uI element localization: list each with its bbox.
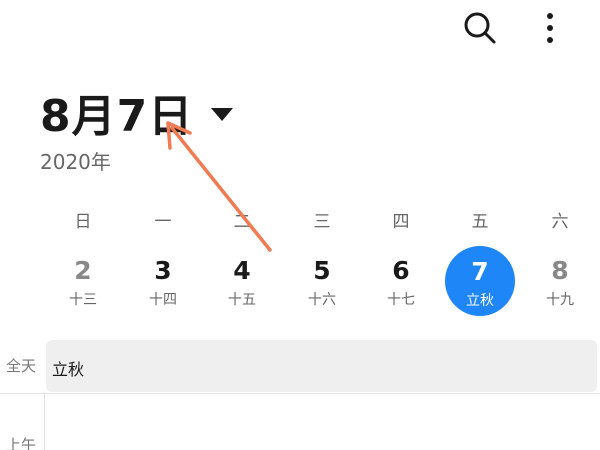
day-number: 8 [551,256,569,285]
weekday-label: 一 [154,212,172,232]
day-number: 3 [154,256,172,285]
day-lunar: 十五 [228,292,256,308]
day-number: 4 [233,256,251,285]
day-lunar: 十三 [69,292,97,308]
weekday-label: 四 [392,212,410,232]
search-button[interactable] [458,6,502,50]
more-options-button[interactable] [530,6,570,50]
day-cell-2[interactable]: 2 十三 [48,248,118,320]
weekday-label: 三 [313,212,331,232]
day-lunar: 十七 [387,292,415,308]
date-title[interactable]: 8月7日 [40,80,193,144]
day-cell-4[interactable]: 4 十五 [207,248,277,320]
calendar-day-view: 8月7日 2020年 日 一 二 三 四 五 六 2 十三 3 十四 4 十五 … [0,0,600,450]
day-cell-8[interactable]: 8 十九 [525,248,595,320]
day-number: 7 [471,257,489,286]
allday-event-title: 立秋 [52,360,85,379]
day-lunar: 十九 [546,292,574,308]
search-icon [464,12,496,44]
day-cell-5[interactable]: 5 十六 [287,248,357,320]
timeline-gutter-line [44,394,45,450]
day-lunar: 立秋 [466,293,494,309]
day-lunar: 十四 [149,292,177,308]
day-cell-6[interactable]: 6 十七 [366,248,436,320]
dropdown-caret-icon[interactable] [211,107,234,121]
weekday-label: 六 [551,212,569,232]
weekday-label: 二 [233,212,251,232]
day-number: 5 [313,256,331,285]
allday-label: 全天 [6,357,37,375]
day-cell-7-selected[interactable]: 7 立秋 [445,246,515,318]
day-lunar: 十六 [308,292,336,308]
day-number: 6 [392,256,410,285]
day-cell-3[interactable]: 3 十四 [128,248,198,320]
year-label: 2020年 [40,150,111,174]
weekday-label: 日 [74,212,92,232]
day-number: 2 [74,256,92,285]
date-selector[interactable]: 8月7日 [40,80,234,144]
period-label: 上午 [6,436,37,450]
more-vertical-icon [547,13,553,43]
allday-event[interactable]: 立秋 [46,340,597,392]
weekday-label: 五 [471,212,489,232]
timeline-divider [0,393,600,394]
